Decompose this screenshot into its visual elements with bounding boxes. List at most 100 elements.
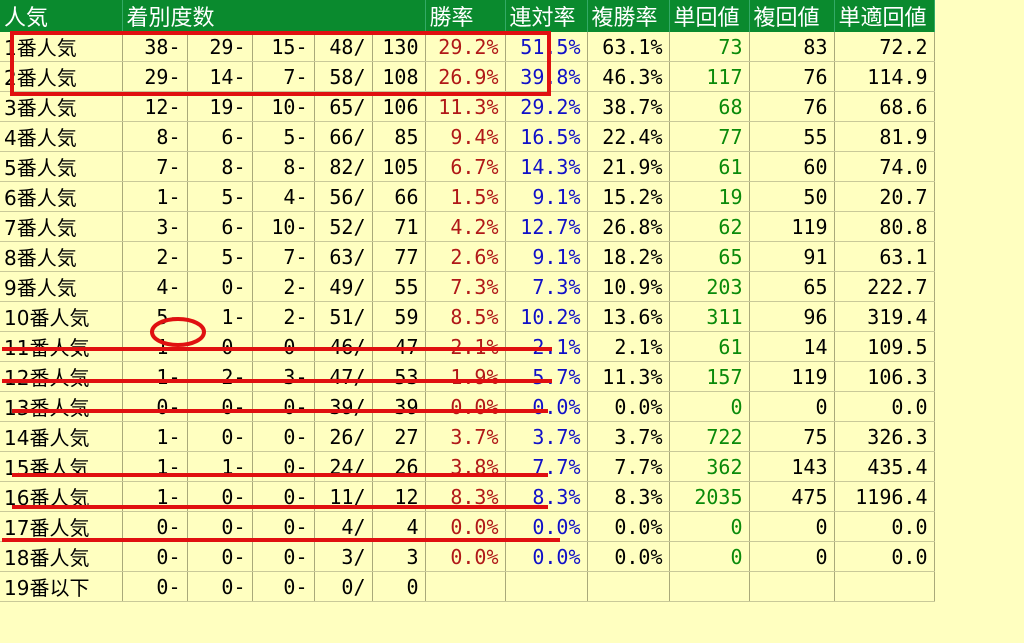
cell-fuku: 10.9% <box>587 271 670 302</box>
cell-win: 2.6% <box>425 241 506 272</box>
cell-label: 15番人気 <box>0 451 123 482</box>
cell-fukuret: 0 <box>749 391 835 422</box>
header-place-return[interactable]: 複回値 <box>749 0 835 32</box>
table-row[interactable]: 16番人気 1- 0- 0- 11/12 8.3% 8.3% 8.3% 2035 475 1196.… <box>0 481 935 512</box>
table-row[interactable]: 7番人気 3- 6- 10- 52/71 4.2% 12.7% 26.8% 62 119 80.8 <box>0 211 935 242</box>
table-row[interactable]: 5番人気 7- 8- 8- 82/105 6.7% 14.3% 21.9% 61 60 74.0 <box>0 151 935 182</box>
cell-p2: 0- <box>187 391 253 422</box>
cell-ren: 10.2% <box>505 301 588 332</box>
cell-total: 71 <box>372 211 426 242</box>
table-row[interactable]: 11番人気 1- 0- 0- 46/47 2.1% 2.1% 2.1% 61 14 109.5 <box>0 331 935 362</box>
cell-label: 11番人気 <box>0 331 123 362</box>
header-place-rate[interactable]: 複勝率 <box>587 0 670 32</box>
cell-p1: 12- <box>122 91 188 122</box>
cell-fuku <box>587 571 670 602</box>
cell-p2: 1- <box>187 301 253 332</box>
cell-fukuret: 0 <box>749 511 835 542</box>
cell-p1: 29- <box>122 61 188 92</box>
cell-fukuret: 50 <box>749 181 835 212</box>
cell-ren: 0.0% <box>505 511 588 542</box>
cell-p4: 3/ <box>314 541 373 572</box>
table-row[interactable]: 19番以下 0- 0- 0- 0/0 <box>0 571 935 602</box>
cell-fukuret: 75 <box>749 421 835 452</box>
cell-p4: 82/ <box>314 151 373 182</box>
cell-total: 53 <box>372 361 426 392</box>
header-popularity[interactable]: 人気 <box>0 0 123 32</box>
cell-p1: 1- <box>122 481 188 512</box>
cell-total: 77 <box>372 241 426 272</box>
table-row[interactable]: 17番人気 0- 0- 0- 4/4 0.0% 0.0% 0.0% 0 0 0.0 <box>0 511 935 542</box>
cell-fukuret <box>749 571 835 602</box>
cell-p4: 48/ <box>314 32 373 62</box>
cell-label: 12番人気 <box>0 361 123 392</box>
header-quinella-rate[interactable]: 連対率 <box>505 0 588 32</box>
cell-fuku: 3.7% <box>587 421 670 452</box>
cell-p4: 24/ <box>314 451 373 482</box>
table-row[interactable]: 6番人気 1- 5- 4- 56/66 1.5% 9.1% 15.2% 19 50 20.7 <box>0 181 935 212</box>
cell-fukuret: 119 <box>749 361 835 392</box>
cell-fuku: 0.0% <box>587 391 670 422</box>
cell-adj: 81.9 <box>834 121 935 152</box>
header-win-return[interactable]: 単回値 <box>669 0 750 32</box>
table-row[interactable]: 15番人気 1- 1- 0- 24/26 3.8% 7.7% 7.7% 362 143 435.4 <box>0 451 935 482</box>
cell-fuku: 18.2% <box>587 241 670 272</box>
cell-label: 9番人気 <box>0 271 123 302</box>
cell-adj: 68.6 <box>834 91 935 122</box>
cell-win: 2.1% <box>425 331 506 362</box>
cell-win: 1.5% <box>425 181 506 212</box>
table-row[interactable]: 8番人気 2- 5- 7- 63/77 2.6% 9.1% 18.2% 65 91 63.1 <box>0 241 935 272</box>
table-row[interactable]: 14番人気 1- 0- 0- 26/27 3.7% 3.7% 3.7% 722 75 326.3 <box>0 421 935 452</box>
cell-tan: 362 <box>669 451 750 482</box>
cell-win: 1.9% <box>425 361 506 392</box>
cell-p4: 65/ <box>314 91 373 122</box>
table-row[interactable]: 18番人気 0- 0- 0- 3/3 0.0% 0.0% 0.0% 0 0 0.0 <box>0 541 935 572</box>
cell-tan: 2035 <box>669 481 750 512</box>
cell-total: 0 <box>372 571 426 602</box>
cell-label: 19番以下 <box>0 571 123 602</box>
cell-fukuret: 91 <box>749 241 835 272</box>
cell-tan: 62 <box>669 211 750 242</box>
cell-p3: 0- <box>252 511 315 542</box>
cell-p4: 58/ <box>314 61 373 92</box>
cell-p4: 52/ <box>314 211 373 242</box>
cell-p4: 4/ <box>314 511 373 542</box>
table-row[interactable]: 4番人気 8- 6- 5- 66/85 9.4% 16.5% 22.4% 77 55 81.9 <box>0 121 935 152</box>
table-row[interactable]: 1番人気 38- 29- 15- 48/130 29.2% 51.5% 63.1% 73 83 72… <box>0 32 935 62</box>
table-row[interactable]: 3番人気 12- 19- 10- 65/106 11.3% 29.2% 38.7% 68 76 68… <box>0 91 935 122</box>
cell-fukuret: 76 <box>749 61 835 92</box>
header-placings[interactable]: 着別度数 <box>122 0 426 32</box>
cell-adj: 63.1 <box>834 241 935 272</box>
cell-adj: 0.0 <box>834 511 935 542</box>
cell-p1: 2- <box>122 241 188 272</box>
cell-label: 1番人気 <box>0 32 123 62</box>
table-row[interactable]: 9番人気 4- 0- 2- 49/55 7.3% 7.3% 10.9% 203 65 222.7 <box>0 271 935 302</box>
cell-label: 6番人気 <box>0 181 123 212</box>
cell-tan: 68 <box>669 91 750 122</box>
cell-total: 4 <box>372 511 426 542</box>
table-row[interactable]: 12番人気 1- 2- 3- 47/53 1.9% 5.7% 11.3% 157 119 106.3 <box>0 361 935 392</box>
cell-p1: 7- <box>122 151 188 182</box>
cell-fuku: 13.6% <box>587 301 670 332</box>
table-row[interactable]: 13番人気 0- 0- 0- 39/39 0.0% 0.0% 0.0% 0 0 0.0 <box>0 391 935 422</box>
cell-p1: 0- <box>122 391 188 422</box>
header-win-rate[interactable]: 勝率 <box>425 0 506 32</box>
cell-fuku: 21.9% <box>587 151 670 182</box>
cell-p3: 0- <box>252 571 315 602</box>
cell-p4: 26/ <box>314 421 373 452</box>
cell-p4: 47/ <box>314 361 373 392</box>
cell-fukuret: 76 <box>749 91 835 122</box>
cell-fukuret: 60 <box>749 151 835 182</box>
table-row[interactable]: 2番人気 29- 14- 7- 58/108 26.9% 39.8% 46.3% 117 76 11… <box>0 61 935 92</box>
header-win-adj-return[interactable]: 単適回値 <box>834 0 935 32</box>
header-row: 人気 着別度数 勝率 連対率 複勝率 単回値 複回値 単適回値 <box>0 0 935 32</box>
cell-total: 66 <box>372 181 426 212</box>
cell-win: 0.0% <box>425 541 506 572</box>
table-row[interactable]: 10番人気 5- 1- 2- 51/59 8.5% 10.2% 13.6% 311 96 319.4 <box>0 301 935 332</box>
cell-total: 130 <box>372 32 426 62</box>
cell-adj <box>834 571 935 602</box>
cell-p2: 1- <box>187 451 253 482</box>
cell-p3: 0- <box>252 541 315 572</box>
cell-p1: 38- <box>122 32 188 62</box>
cell-adj: 20.7 <box>834 181 935 212</box>
cell-p4: 56/ <box>314 181 373 212</box>
